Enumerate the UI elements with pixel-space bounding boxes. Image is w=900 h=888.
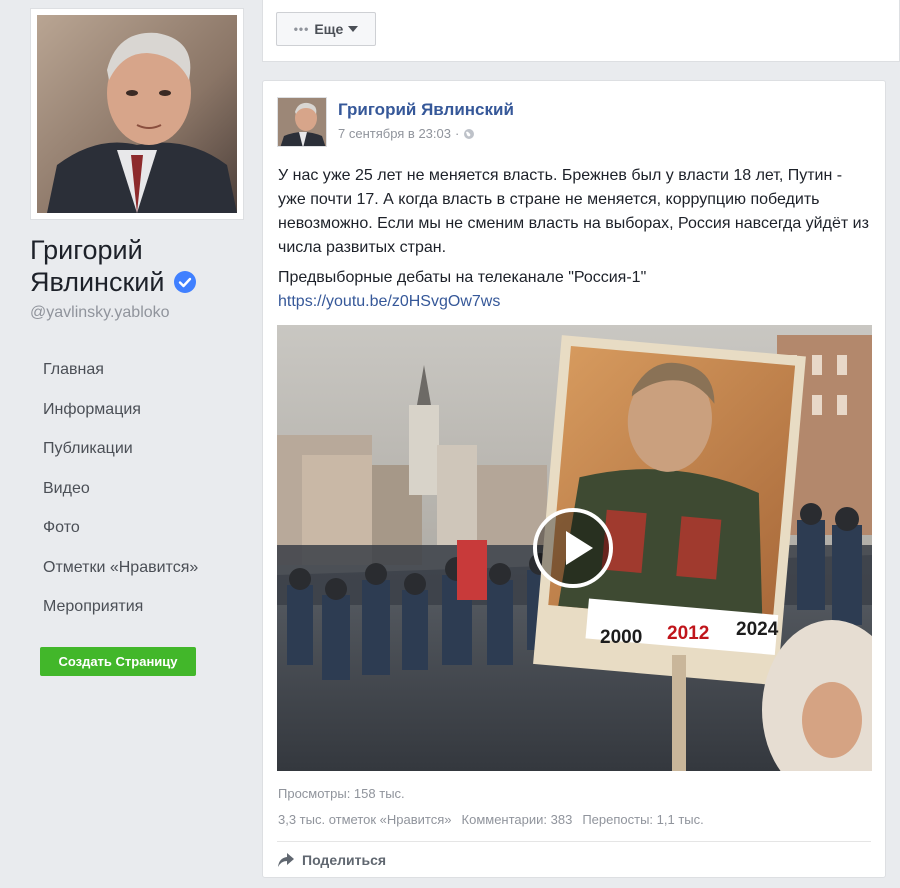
poster-year-1: 2000: [600, 627, 643, 648]
video-player[interactable]: 2000 2012 2024: [277, 325, 872, 771]
post-author-avatar[interactable]: [277, 97, 327, 147]
more-button[interactable]: ••• Еще: [276, 12, 376, 46]
more-button-label: Еще: [314, 21, 344, 37]
share-label: Поделиться: [302, 852, 387, 868]
meta-separator: ·: [454, 126, 460, 141]
post-body-subtext: Предвыборные дебаты на телеканале "Росси…: [278, 269, 647, 286]
play-icon: [566, 531, 593, 565]
post-author-photo: [278, 98, 326, 146]
comments-count[interactable]: Комментарии: 383: [462, 812, 573, 827]
page-nav: Главная Информация Публикации Видео Фото…: [30, 350, 240, 627]
nav-item-posts[interactable]: Публикации: [30, 429, 240, 469]
share-arrow-icon: [278, 853, 294, 867]
post-link[interactable]: https://youtu.be/z0HSvgOw7ws: [278, 290, 500, 314]
nav-item-videos[interactable]: Видео: [30, 469, 240, 509]
play-button[interactable]: [533, 508, 613, 588]
nav-item-about[interactable]: Информация: [30, 390, 240, 430]
nav-item-photos[interactable]: Фото: [30, 508, 240, 548]
page-actions-bar: ••• Еще: [262, 0, 900, 62]
left-column: Григорий Явлинский @yavlinsky.yabloko Гл…: [0, 0, 250, 888]
post-meta: 7 сентября в 23:03 ·: [338, 126, 475, 141]
share-button[interactable]: Поделиться: [277, 850, 386, 870]
post-author-name[interactable]: Григорий Явлинский: [338, 100, 514, 120]
verified-badge-icon: [173, 271, 196, 293]
post-card: Григорий Явлинский 7 сентября в 23:03 · …: [262, 80, 886, 878]
poster-year-3: 2024: [736, 619, 779, 640]
nav-item-events[interactable]: Мероприятия: [30, 587, 240, 627]
shares-count[interactable]: Перепосты: 1,1 тыс.: [582, 812, 703, 827]
post-stats: 3,3 тыс. отметок «Нравится» Комментарии:…: [278, 812, 704, 827]
post-timestamp[interactable]: 7 сентября в 23:03: [338, 126, 451, 141]
page-title-text: Григорий Явлинский: [30, 235, 165, 297]
page-handle[interactable]: @yavlinsky.yabloko: [30, 304, 170, 322]
video-views: Просмотры: 158 тыс.: [278, 786, 405, 801]
more-dots-icon: •••: [293, 22, 310, 36]
profile-photo: [37, 15, 237, 213]
create-page-button[interactable]: Создать Страницу: [40, 647, 196, 676]
likes-count[interactable]: 3,3 тыс. отметок «Нравится»: [278, 812, 452, 827]
nav-item-likes[interactable]: Отметки «Нравится»: [30, 548, 240, 588]
public-globe-icon: [464, 128, 475, 139]
profile-avatar[interactable]: [30, 8, 244, 220]
poster-year-2: 2012: [667, 623, 710, 644]
nav-item-home[interactable]: Главная: [30, 350, 240, 390]
caret-down-icon: [348, 26, 359, 32]
divider: [277, 841, 871, 842]
post-body-text: У нас уже 25 лет не меняется власть. Бре…: [278, 167, 869, 256]
page-title[interactable]: Григорий Явлинский: [30, 234, 245, 298]
